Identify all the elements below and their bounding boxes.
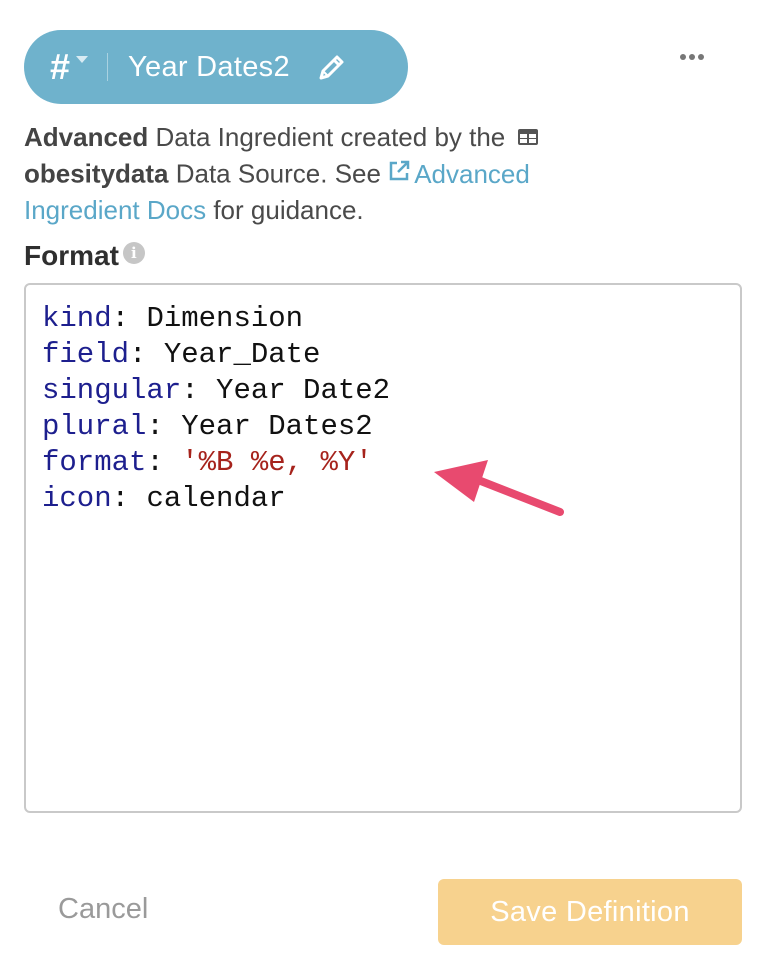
pencil-icon[interactable] [316, 51, 348, 83]
yaml-value: Year Dates2 [181, 410, 373, 443]
yaml-line: field: Year_Date [42, 338, 321, 371]
yaml-value: Year_Date [163, 338, 321, 371]
hash-type-icon: # [50, 46, 71, 87]
chevron-down-icon [76, 56, 89, 63]
yaml-line: format: '%B %e, %Y' [42, 446, 373, 479]
format-label: Format [24, 240, 119, 271]
ingredient-title: Year Dates2 [128, 50, 290, 83]
yaml-value: Dimension [146, 302, 304, 335]
yaml-value: '%B %e, %Y' [181, 446, 373, 479]
yaml-key: plural [42, 410, 147, 443]
save-definition-button[interactable]: Save Definition [438, 879, 742, 945]
yaml-key: field [42, 338, 130, 371]
description-text: Data Source. See [168, 158, 389, 189]
yaml-line: singular: Year Date2 [42, 374, 391, 407]
yaml-line: plural: Year Dates2 [42, 410, 373, 443]
info-icon[interactable]: i [122, 242, 145, 264]
yaml-key: singular [42, 374, 182, 407]
advanced-label: Advanced [24, 122, 149, 152]
format-editor[interactable]: kind: Dimension field: Year_Date singular:… [24, 283, 742, 813]
format-label-row: Format i [24, 240, 145, 272]
type-dropdown-button[interactable]: # [50, 46, 89, 87]
yaml-line: icon: calendar [42, 482, 286, 515]
data-source-name: obesitydata [24, 158, 169, 189]
yaml-value: calendar [146, 482, 286, 515]
yaml-line: kind: Dimension [42, 302, 304, 335]
yaml-value: Year Date2 [216, 374, 391, 407]
ingredient-description: Advanced Data Ingredient created by the … [24, 121, 634, 226]
cancel-button[interactable]: Cancel [58, 893, 148, 926]
yaml-key: format [42, 446, 147, 479]
ingredient-title-pill: # Year Dates2 [24, 30, 408, 104]
more-dots-icon[interactable] [680, 54, 704, 60]
external-link-icon [388, 157, 410, 189]
description-text: Data Ingredient created by the [148, 122, 513, 152]
description-text: for guidance. [206, 195, 364, 226]
yaml-key: kind [42, 302, 112, 335]
table-icon [517, 121, 539, 153]
yaml-key: icon [42, 482, 112, 515]
divider [107, 53, 109, 81]
annotation-arrow-icon [434, 460, 564, 516]
